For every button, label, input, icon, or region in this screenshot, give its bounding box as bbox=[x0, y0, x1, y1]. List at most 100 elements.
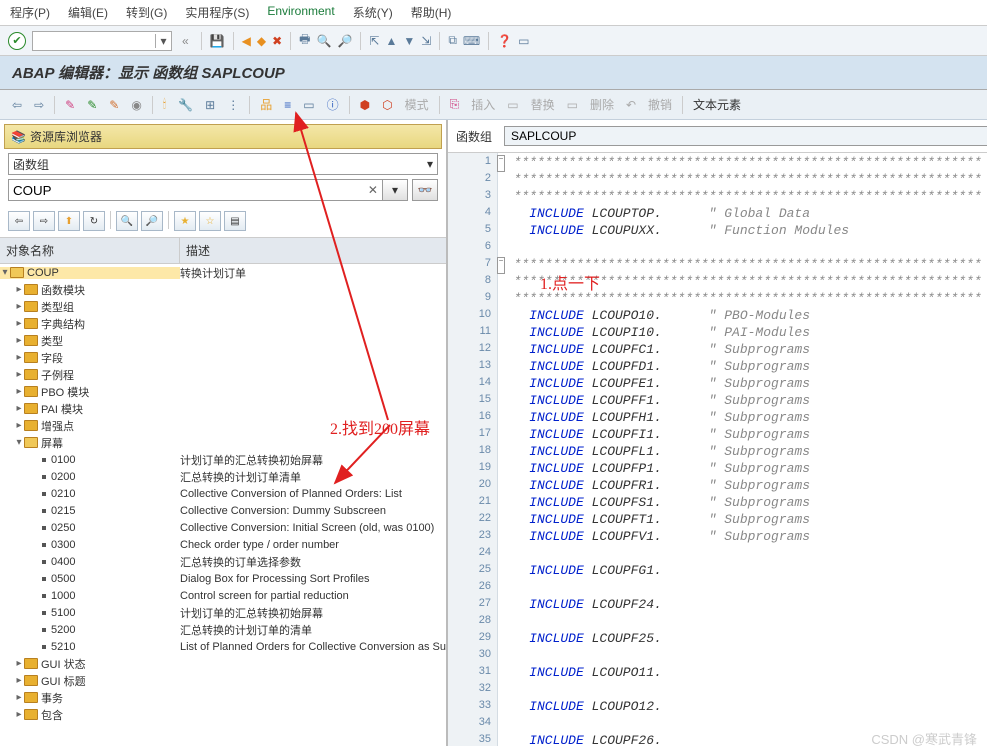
next-page-icon[interactable]: ▼ bbox=[403, 34, 415, 48]
code-editor[interactable]: 1234567891011121314151617181920212223242… bbox=[448, 153, 987, 746]
window-icon[interactable]: ▭ bbox=[299, 96, 318, 114]
tree-refresh-icon[interactable]: ↻ bbox=[83, 211, 105, 231]
check-icon[interactable]: ◉ bbox=[127, 96, 145, 114]
text-elements-button[interactable]: 文本元素 bbox=[689, 94, 745, 115]
tree-fwd-icon[interactable]: ⇨ bbox=[33, 211, 55, 231]
other-object-icon[interactable]: ✎ bbox=[83, 96, 101, 114]
function-group-field[interactable] bbox=[504, 126, 987, 146]
tree-row[interactable]: 0250Collective Conversion: Initial Scree… bbox=[0, 519, 446, 536]
display-object-icon[interactable]: ✎ bbox=[61, 96, 79, 114]
tree-row[interactable]: ▸PBO 模块 bbox=[0, 383, 446, 400]
repo-browser-label: 资源库浏览器 bbox=[30, 128, 102, 145]
page-title: ABAP 编辑器：显示 函数组 SAPLCOUP bbox=[12, 65, 285, 82]
last-page-icon[interactable]: ⇲ bbox=[421, 34, 431, 48]
shortcut-icon[interactable]: ⌨ bbox=[463, 34, 480, 48]
replace-button[interactable]: 替换 bbox=[527, 94, 559, 115]
tree-row[interactable]: ▸包含 bbox=[0, 706, 446, 723]
display-list-icon[interactable]: ≡ bbox=[280, 96, 295, 114]
tree-row[interactable]: ▸GUI 标题 bbox=[0, 672, 446, 689]
tree-fav2-icon[interactable]: ☆ bbox=[199, 211, 221, 231]
activate-icon[interactable]: 🕯 bbox=[159, 95, 170, 114]
object-search-input[interactable] bbox=[8, 179, 386, 201]
tree-row[interactable]: ▾COUP转换计划订单 bbox=[0, 264, 446, 281]
tree-up-icon[interactable]: ⬆ bbox=[58, 211, 80, 231]
hierarchy-icon[interactable]: 品 bbox=[256, 94, 276, 115]
tree-row[interactable]: 0100计划订单的汇总转换初始屏幕 bbox=[0, 451, 446, 468]
history-dropdown[interactable]: « bbox=[178, 34, 193, 48]
delete-button[interactable]: 删除 bbox=[586, 94, 618, 115]
tree-row[interactable]: ▸类型 bbox=[0, 332, 446, 349]
tree-row[interactable]: ▸字典结构 bbox=[0, 315, 446, 332]
print-icon[interactable]: 🖶 bbox=[299, 30, 310, 51]
insert-icon[interactable]: ⎘ bbox=[446, 95, 464, 114]
menu-help[interactable]: 帮助(H) bbox=[411, 4, 452, 21]
tree-row[interactable]: ▸GUI 状态 bbox=[0, 655, 446, 672]
insert-button[interactable]: 插入 bbox=[467, 94, 499, 115]
tree-row[interactable]: 5200汇总转换的计划订单的清单 bbox=[0, 621, 446, 638]
find-next-icon[interactable]: 🔎 bbox=[337, 34, 352, 48]
first-page-icon[interactable]: ⇱ bbox=[369, 34, 379, 48]
object-tree[interactable]: ▾COUP转换计划订单▸函数模块▸类型组▸字典结构▸类型▸字段▸子例程▸PBO … bbox=[0, 264, 446, 746]
display-button[interactable]: 👓 bbox=[412, 179, 438, 201]
back-icon[interactable]: ◀ bbox=[242, 34, 251, 48]
tree-row[interactable]: ▸增强点 bbox=[0, 417, 446, 434]
tree-row[interactable]: 0500Dialog Box for Processing Sort Profi… bbox=[0, 570, 446, 587]
tree-col-name: 对象名称 bbox=[0, 238, 180, 263]
help-icon[interactable]: ❓ bbox=[497, 34, 512, 48]
tree-findnext-icon[interactable]: 🔎 bbox=[141, 211, 163, 231]
tree-header: 对象名称 描述 bbox=[0, 237, 446, 264]
cancel-icon[interactable]: ✖ bbox=[272, 34, 282, 48]
layout-icon[interactable]: ▭ bbox=[518, 34, 529, 48]
tree-row[interactable]: ▾屏幕 bbox=[0, 434, 446, 451]
exit-icon[interactable]: ◆ bbox=[257, 34, 266, 48]
code-content[interactable]: ****************************************… bbox=[498, 153, 987, 746]
prev-page-icon[interactable]: ▲ bbox=[385, 34, 397, 48]
search-dropdown-button[interactable]: ▾ bbox=[382, 179, 408, 201]
nav-fwd-icon[interactable]: ⇨ bbox=[30, 96, 48, 114]
where-used-icon[interactable]: ⊞ bbox=[201, 96, 219, 114]
save-icon[interactable]: 💾 bbox=[210, 34, 225, 48]
tree-row[interactable]: 0210Collective Conversion of Planned Ord… bbox=[0, 485, 446, 502]
enter-button[interactable]: ✔ bbox=[8, 32, 26, 50]
tree-row[interactable]: 0400汇总转换的订单选择参数 bbox=[0, 553, 446, 570]
tree-row[interactable]: 5100计划订单的汇总转换初始屏幕 bbox=[0, 604, 446, 621]
tree-row[interactable]: ▸事务 bbox=[0, 689, 446, 706]
tree-row[interactable]: 0200汇总转换的计划订单清单 bbox=[0, 468, 446, 485]
object-list-icon[interactable]: ⋮ bbox=[223, 96, 243, 114]
tree-row[interactable]: ▸PAI 模块 bbox=[0, 400, 446, 417]
tree-row[interactable]: 0215Collective Conversion: Dummy Subscre… bbox=[0, 502, 446, 519]
menu-utilities[interactable]: 实用程序(S) bbox=[185, 4, 249, 21]
tree-row[interactable]: ▸函数模块 bbox=[0, 281, 446, 298]
object-type-dropdown[interactable]: 函数组▾ bbox=[8, 153, 438, 175]
tree-row[interactable]: ▸字段 bbox=[0, 349, 446, 366]
repository-browser-header: 📚 资源库浏览器 bbox=[4, 124, 442, 149]
info-icon[interactable]: ⓘ bbox=[323, 94, 343, 115]
right-pane: 函数组 活动 123456789101112131415161718192021… bbox=[448, 120, 987, 746]
tree-back-icon[interactable]: ⇦ bbox=[8, 211, 30, 231]
menu-system[interactable]: 系统(Y) bbox=[353, 4, 393, 21]
tree-row[interactable]: ▸类型组 bbox=[0, 298, 446, 315]
menu-edit[interactable]: 编辑(E) bbox=[68, 4, 108, 21]
menu-goto[interactable]: 转到(G) bbox=[126, 4, 167, 21]
pattern-button[interactable]: 模式 bbox=[401, 94, 433, 115]
menu-environment[interactable]: Environment bbox=[267, 4, 334, 21]
find-icon[interactable]: 🔍 bbox=[317, 34, 332, 48]
tree-row[interactable]: 5210List of Planned Orders for Collectiv… bbox=[0, 638, 446, 655]
tree-find-icon[interactable]: 🔍 bbox=[116, 211, 138, 231]
clear-search-icon[interactable]: ✕ bbox=[368, 183, 378, 197]
tree-row[interactable]: 0300Check order type / order number bbox=[0, 536, 446, 553]
menu-program[interactable]: 程序(P) bbox=[10, 4, 50, 21]
tree-row[interactable]: ▸子例程 bbox=[0, 366, 446, 383]
enhance-icon[interactable]: ✎ bbox=[105, 96, 123, 114]
tree-row[interactable]: 1000Control screen for partial reduction bbox=[0, 587, 446, 604]
test-icon[interactable]: 🔧 bbox=[174, 96, 197, 114]
command-field[interactable]: ▾ bbox=[32, 31, 172, 51]
new-session-icon[interactable]: ⧉ bbox=[448, 33, 457, 48]
tree-toolbar: ⇦ ⇨ ⬆ ↻ 🔍 🔎 ★ ☆ ▤ bbox=[0, 205, 446, 237]
tree-list-icon[interactable]: ▤ bbox=[224, 211, 246, 231]
undo-button[interactable]: 撤销 bbox=[644, 94, 676, 115]
nav-back-icon[interactable]: ⇦ bbox=[8, 96, 26, 114]
tree-fav-icon[interactable]: ★ bbox=[174, 211, 196, 231]
breakpoint-icon[interactable]: ⬢ bbox=[356, 96, 374, 114]
breakpoint2-icon[interactable]: ⬡ bbox=[378, 96, 396, 114]
